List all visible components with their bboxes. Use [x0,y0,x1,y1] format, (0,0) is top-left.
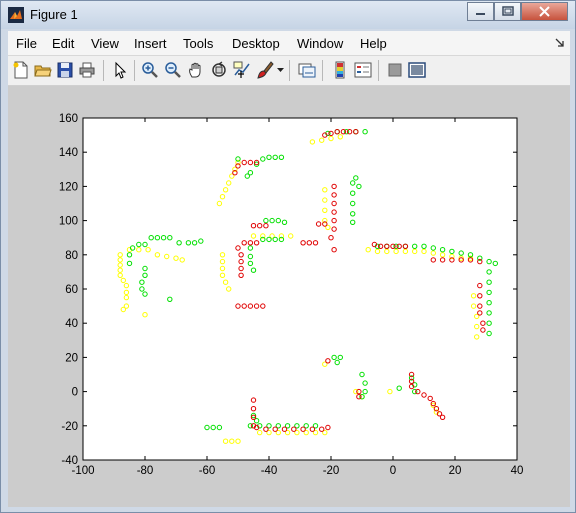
x-tick-label: -40 [261,465,278,477]
menu-edit[interactable]: Edit [52,36,74,51]
rotate-3d-icon[interactable] [210,61,228,79]
toolbar-separator [378,60,379,81]
pointer-icon[interactable] [111,61,129,79]
figure-area: -100 -80 -60 -40 -20 0 20 40 -40 -20 0 20 40 60 80 100 1… [8,86,570,507]
show-plot-tools-icon[interactable] [408,61,426,79]
hide-plot-tools-icon[interactable] [386,61,404,79]
x-tick-label: -80 [137,465,154,477]
menu-window[interactable]: Window [297,36,343,51]
close-icon [539,6,550,17]
menu-file[interactable]: File [16,36,37,51]
menu-view[interactable]: View [91,36,119,51]
new-figure-icon[interactable] [12,61,30,79]
toolbar-separator [134,60,135,81]
maximize-button[interactable] [494,2,521,21]
legend-icon[interactable] [354,61,372,79]
save-icon[interactable] [56,61,74,79]
figure-window: Figure 1 File Edit View Insert Tools Des… [0,0,576,513]
scatter-plot[interactable]: -100 -80 -60 -40 -20 0 20 40-40-200204060801001… [8,86,570,507]
zoom-in-icon[interactable] [141,61,159,79]
x-tick-label: 20 [449,465,462,477]
restore-icon [502,6,514,16]
menu-desktop[interactable]: Desktop [232,36,280,51]
data-cursor-icon[interactable] [233,61,251,79]
y-tick-label: 40 [65,318,78,330]
y-tick-label: -20 [61,421,78,433]
open-file-icon[interactable] [34,61,52,79]
menu-help[interactable]: Help [360,36,387,51]
pan-hand-icon[interactable] [187,61,205,79]
y-tick-label: 140 [59,147,78,159]
print-icon[interactable] [78,61,96,79]
menu-bar: File Edit View Insert Tools Desktop Wind… [8,31,570,56]
brush-dropdown-icon[interactable] [277,68,284,73]
y-tick-label: 120 [59,181,78,193]
minimize-button[interactable] [467,2,494,21]
y-tick-label: 80 [65,250,78,262]
y-tick-label: 0 [72,387,78,399]
window-title: Figure 1 [30,7,78,22]
title-bar[interactable]: Figure 1 [1,1,575,29]
menu-insert[interactable]: Insert [134,36,167,51]
menu-tools[interactable]: Tools [183,36,213,51]
toolbar-separator [103,60,104,81]
matlab-logo-icon [8,7,24,23]
x-tick-label: 0 [390,465,396,477]
y-tick-label: 60 [65,284,78,296]
y-tick-label: -40 [61,455,78,467]
zoom-out-icon[interactable] [164,61,182,79]
link-plot-icon[interactable] [298,61,316,79]
brush-icon[interactable] [256,61,274,79]
x-tick-label: -60 [199,465,216,477]
axes-background [83,118,517,460]
x-tick-label: 40 [511,465,524,477]
dock-arrow-icon[interactable] [555,38,565,48]
y-tick-label: 100 [59,216,78,228]
toolbar-separator [322,60,323,81]
colorbar-icon[interactable] [331,61,349,79]
x-tick-label: -20 [323,465,340,477]
figure-toolbar [8,56,570,86]
minimize-icon [476,13,485,15]
toolbar-separator [289,60,290,81]
y-tick-label: 160 [59,113,78,125]
close-button[interactable] [521,2,568,21]
y-tick-label: 20 [65,352,78,364]
